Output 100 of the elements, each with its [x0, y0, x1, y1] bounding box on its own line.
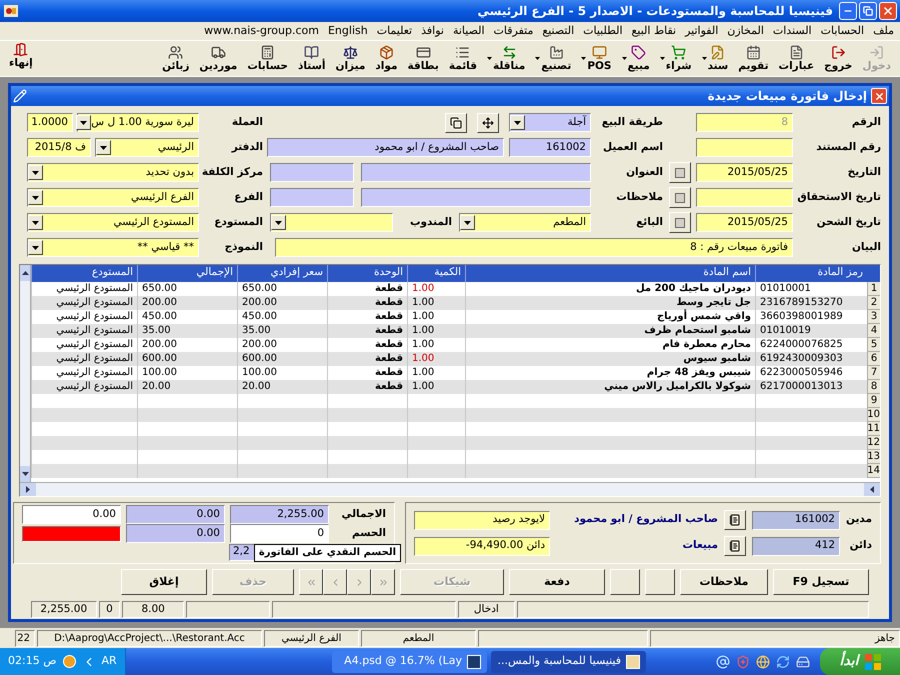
toolbar-button[interactable]: تقويم	[733, 42, 774, 76]
left-arrow-icon[interactable]	[870, 486, 874, 494]
field-label: النموذج	[224, 240, 263, 255]
input-field[interactable]: 2015/05/25	[696, 163, 793, 182]
account-button[interactable]	[724, 536, 746, 556]
input-field[interactable]	[270, 188, 354, 207]
button[interactable]: إغلاق	[121, 569, 207, 596]
restore-button[interactable]	[859, 2, 877, 20]
toolbar-button[interactable]: موردين	[194, 42, 242, 76]
book-icon	[304, 44, 320, 60]
toolbar-button[interactable]: مواد	[370, 42, 402, 76]
input-field[interactable]: 0.00	[126, 505, 225, 524]
input-field[interactable]: 161002	[509, 138, 591, 157]
cart-icon	[671, 44, 686, 60]
dropdown[interactable]: بدون تحديد	[27, 163, 199, 182]
close-button[interactable]	[871, 88, 887, 104]
input-field[interactable]: صاحب المشروع / ابو محمود	[267, 138, 504, 157]
caret-icon[interactable]	[622, 57, 626, 60]
account-button[interactable]	[724, 510, 746, 530]
toolbar-button[interactable]: مبيع	[616, 42, 655, 76]
input-field[interactable]: 0.00	[22, 505, 121, 524]
menu-item[interactable]: السندات	[772, 22, 812, 40]
menu-item[interactable]: تعليمات	[376, 22, 412, 40]
caret-icon[interactable]	[487, 57, 492, 60]
toolbar-button[interactable]: مناقلة	[482, 42, 530, 76]
input-field[interactable]	[361, 163, 591, 182]
caret-icon[interactable]	[581, 57, 586, 60]
toolbar-button[interactable]: زبائن	[157, 42, 194, 76]
menu-item[interactable]: الطلبيات	[583, 22, 623, 40]
toolbar-button[interactable]: شراء	[654, 42, 697, 76]
drive-icon	[796, 654, 810, 668]
toolbar-button[interactable]: خروج	[819, 42, 858, 76]
right-arrow-icon[interactable]	[26, 486, 30, 494]
input-field[interactable]: 0.00	[126, 524, 225, 544]
dropdown[interactable]: ليرة سورية 1.00 ل س	[77, 113, 199, 132]
menu-item[interactable]: www.nais-group.com	[204, 22, 319, 40]
input-field[interactable]: -94,490.00 دائن	[414, 536, 550, 556]
menu-item[interactable]: الصيانة	[452, 22, 485, 40]
input-field[interactable]: فاتورة مبيعات رقم : 8	[275, 238, 793, 257]
input-field[interactable]: ف 2015/8	[27, 138, 91, 157]
menu-item[interactable]: English	[328, 22, 368, 40]
dropdown[interactable]	[270, 213, 393, 232]
up-arrow-icon[interactable]	[22, 271, 28, 275]
account-name: صاحب المشروع / ابو محمود	[573, 512, 718, 528]
taskbar-button[interactable]: فينيسيا للمحاسبة والمس...	[491, 650, 646, 672]
toolbar-button[interactable]: POS	[576, 42, 616, 76]
input-field[interactable]	[696, 188, 793, 207]
dropdown[interactable]: المستودع الرئيسي	[27, 213, 199, 232]
app-icon	[3, 3, 19, 19]
toolbar-button[interactable]: سند	[696, 42, 734, 76]
menu-item[interactable]: نقاط البيع	[632, 22, 676, 40]
minimize-button[interactable]	[839, 2, 857, 20]
menu-item[interactable]: ملف	[873, 22, 894, 40]
menu-item[interactable]: المخازن	[727, 22, 764, 40]
toolbar-button[interactable]: أستاذ	[292, 42, 330, 76]
move-button[interactable]	[477, 112, 499, 132]
toolbar-button[interactable]: ميزان	[330, 42, 370, 76]
toolbar-button[interactable]: إنهاء	[4, 42, 38, 76]
button[interactable]	[645, 569, 675, 596]
dropdown[interactable]: المطعم	[459, 213, 591, 232]
calendar-button[interactable]	[669, 187, 691, 208]
input-field[interactable]: 2015/05/25	[696, 213, 793, 232]
taskbar-button[interactable]: A4.psd @ 16.7% (Lay	[332, 650, 487, 672]
input-field[interactable]: 2,255.00	[230, 505, 329, 524]
dropdown[interactable]: الفرع الرئيسي	[27, 188, 199, 207]
toolbar-button[interactable]: قائمة	[444, 42, 482, 76]
button[interactable]: دفعة	[509, 569, 605, 596]
caret-icon[interactable]	[702, 57, 707, 60]
toolbar-button[interactable]: بطاقة	[402, 42, 444, 76]
scrollbar[interactable]	[20, 482, 880, 496]
menu-item[interactable]: متفرقات	[494, 22, 534, 40]
caret-icon[interactable]	[535, 57, 540, 60]
menu-item[interactable]: الفواتير	[685, 22, 718, 40]
dropdown[interactable]: ** قياسي **	[27, 238, 199, 257]
input-field[interactable]: لايوجد رصيد	[414, 510, 550, 530]
toolbar-button[interactable]: حسابات	[242, 42, 293, 76]
scrollbar[interactable]	[20, 265, 31, 482]
button[interactable]	[610, 569, 640, 596]
toolbar-button[interactable]: عبارات	[774, 42, 820, 76]
menu-item[interactable]: الحسابات	[820, 22, 864, 40]
input-field[interactable]: 0	[230, 524, 329, 544]
toolbar-button[interactable]: تصنيع	[530, 42, 576, 76]
calendar-button[interactable]	[669, 212, 691, 233]
button[interactable]: ملاحظات	[680, 569, 768, 596]
button[interactable]: تسجيل F9	[773, 569, 869, 596]
down-arrow-icon[interactable]	[22, 472, 28, 476]
input-field[interactable]	[361, 188, 591, 207]
menu-item[interactable]: التصنيع	[542, 22, 574, 40]
input-field[interactable]	[270, 163, 354, 182]
caret-icon[interactable]	[660, 57, 665, 60]
dropdown[interactable]: آجلة	[509, 113, 591, 132]
field-label: الفرع	[233, 190, 263, 205]
calendar-button[interactable]	[669, 162, 691, 183]
menu-item[interactable]: نوافذ	[421, 22, 444, 40]
dropdown[interactable]: الرئيسي	[95, 138, 199, 157]
input-field[interactable]: 161002	[752, 510, 840, 530]
input-field[interactable]: 1.0000	[27, 113, 73, 132]
close-button[interactable]	[879, 2, 897, 20]
input-field[interactable]	[696, 138, 793, 157]
input-field[interactable]: 412	[752, 536, 840, 556]
